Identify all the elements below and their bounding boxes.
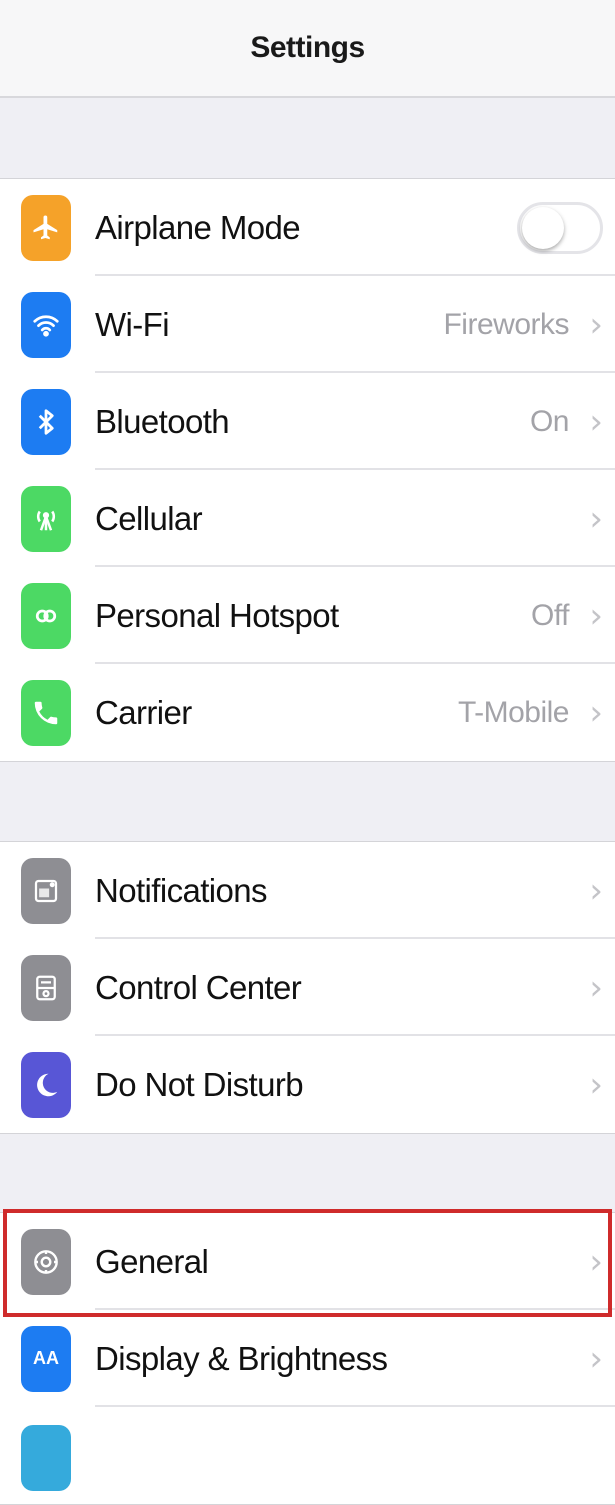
row-airplane-mode[interactable]: Airplane Mode [0,179,615,276]
moon-icon [21,1051,71,1118]
row-bluetooth[interactable]: Bluetooth On › [0,373,615,470]
chevron-right-icon: › [589,692,603,733]
toggle-knob [522,206,564,249]
wallpaper-icon [21,1425,71,1491]
row-label: Cellular [95,499,203,537]
row-wallpaper[interactable] [0,1407,615,1504]
carrier-value: T-Mobile [457,695,570,729]
bluetooth-status-value: On [529,404,570,438]
row-label: Notifications [95,871,268,909]
wifi-network-value: Fireworks [443,307,569,341]
row-label: Personal Hotspot [95,596,339,634]
chevron-right-icon: › [589,1064,603,1105]
icon-glyph: AA [33,1348,59,1368]
row-carrier[interactable]: Carrier T-Mobile › [0,664,615,761]
airplane-mode-toggle[interactable] [517,201,603,254]
row-wifi[interactable]: Wi-Fi Fireworks › [0,276,615,373]
page-title: Settings [250,31,365,64]
row-label: Airplane Mode [95,208,301,246]
chevron-right-icon: › [589,498,603,539]
chevron-right-icon: › [589,304,603,345]
hotspot-icon [21,582,71,649]
control-center-icon [21,954,71,1021]
bluetooth-icon [21,388,71,455]
settings-group-connectivity: Airplane Mode Wi-Fi Fireworks › Bluetoot… [0,178,615,762]
row-notifications[interactable]: Notifications › [0,842,615,939]
row-label: Carrier [95,693,192,731]
row-label: Control Center [95,968,302,1006]
chevron-right-icon: › [589,401,603,442]
row-label: Do Not Disturb [95,1065,304,1103]
wifi-icon [21,291,71,358]
row-label: Display & Brightness [95,1339,388,1377]
phone-icon [21,679,71,746]
row-control-center[interactable]: Control Center › [0,939,615,1036]
navigation-bar: Settings [0,0,615,98]
settings-group-general: General › AA Display & Brightness › [0,1212,615,1505]
row-label: Bluetooth [95,402,230,440]
chevron-right-icon: › [589,967,603,1008]
hotspot-status-value: Off [531,598,569,632]
chevron-right-icon: › [589,1241,603,1282]
notifications-icon [21,857,71,924]
row-personal-hotspot[interactable]: Personal Hotspot Off › [0,567,615,664]
settings-group-notifications: Notifications › Control Center › Do Not … [0,841,615,1134]
row-display-brightness[interactable]: AA Display & Brightness › [0,1310,615,1407]
chevron-right-icon: › [589,870,603,911]
cellular-icon [21,485,71,552]
display-brightness-icon: AA [21,1325,71,1392]
chevron-right-icon: › [589,595,603,636]
chevron-right-icon: › [589,1338,603,1379]
airplane-icon [21,194,71,261]
row-general[interactable]: General › [0,1213,615,1310]
row-cellular[interactable]: Cellular › [0,470,615,567]
row-label: General [95,1242,209,1280]
gear-icon [21,1228,71,1295]
row-do-not-disturb[interactable]: Do Not Disturb › [0,1036,615,1133]
row-label: Wi-Fi [95,305,170,343]
